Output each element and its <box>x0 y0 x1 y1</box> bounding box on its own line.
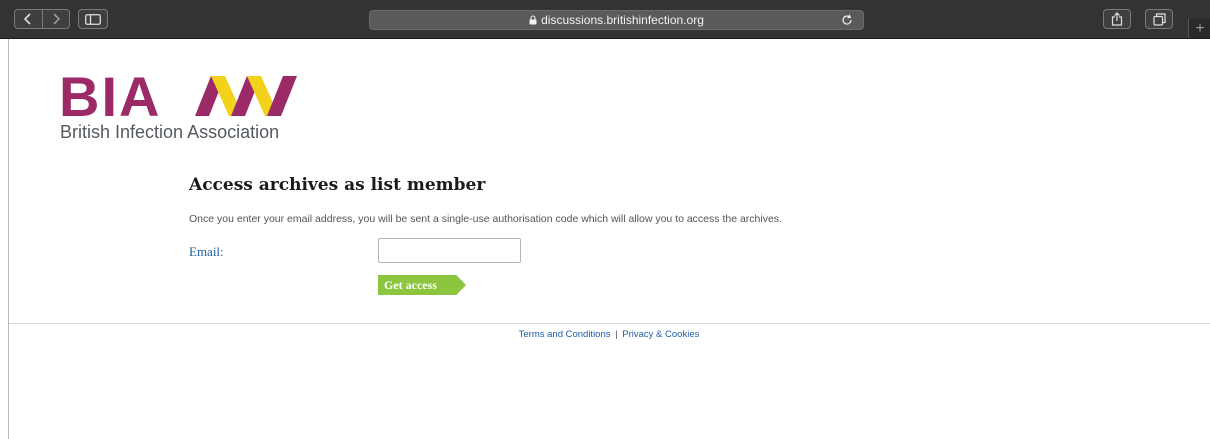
ribbon-logo-icon <box>195 76 297 116</box>
new-tab-button[interactable]: + <box>1188 19 1210 38</box>
nav-buttons <box>14 9 70 29</box>
email-label: Email: <box>189 244 224 259</box>
plus-icon: + <box>1195 20 1205 37</box>
page-title: Access archives as list member <box>189 175 486 195</box>
footer-divider <box>9 323 1210 324</box>
get-access-button[interactable]: Get access <box>378 275 466 295</box>
reload-icon[interactable] <box>840 13 854 30</box>
logo-subtitle: British Infection Association <box>60 122 280 142</box>
email-field[interactable] <box>378 238 521 263</box>
forward-button[interactable] <box>41 10 70 28</box>
intro-text: Once you enter your email address, you w… <box>189 213 782 225</box>
address-bar[interactable]: discussions.britishinfection.org <box>369 10 864 30</box>
share-icon <box>1111 12 1123 26</box>
footer: Terms and Conditions | Privacy & Cookies <box>0 329 1210 340</box>
sidebar-button[interactable] <box>78 9 108 29</box>
tabs-button[interactable] <box>1145 9 1173 29</box>
footer-separator: | <box>615 329 618 340</box>
page-border <box>8 39 9 439</box>
logo-letters: BIA <box>59 70 161 128</box>
tabs-icon <box>1152 12 1166 26</box>
url-text: discussions.britishinfection.org <box>541 13 704 27</box>
chevron-right-icon <box>53 13 60 25</box>
browser-toolbar: discussions.britishinfection.org + <box>0 0 1210 39</box>
terms-link[interactable]: Terms and Conditions <box>519 329 611 340</box>
share-button[interactable] <box>1103 9 1131 29</box>
sidebar-icon <box>85 13 101 25</box>
lock-icon <box>529 15 537 25</box>
privacy-link[interactable]: Privacy & Cookies <box>622 329 699 340</box>
back-button[interactable] <box>15 10 42 28</box>
chevron-left-icon <box>24 13 31 25</box>
